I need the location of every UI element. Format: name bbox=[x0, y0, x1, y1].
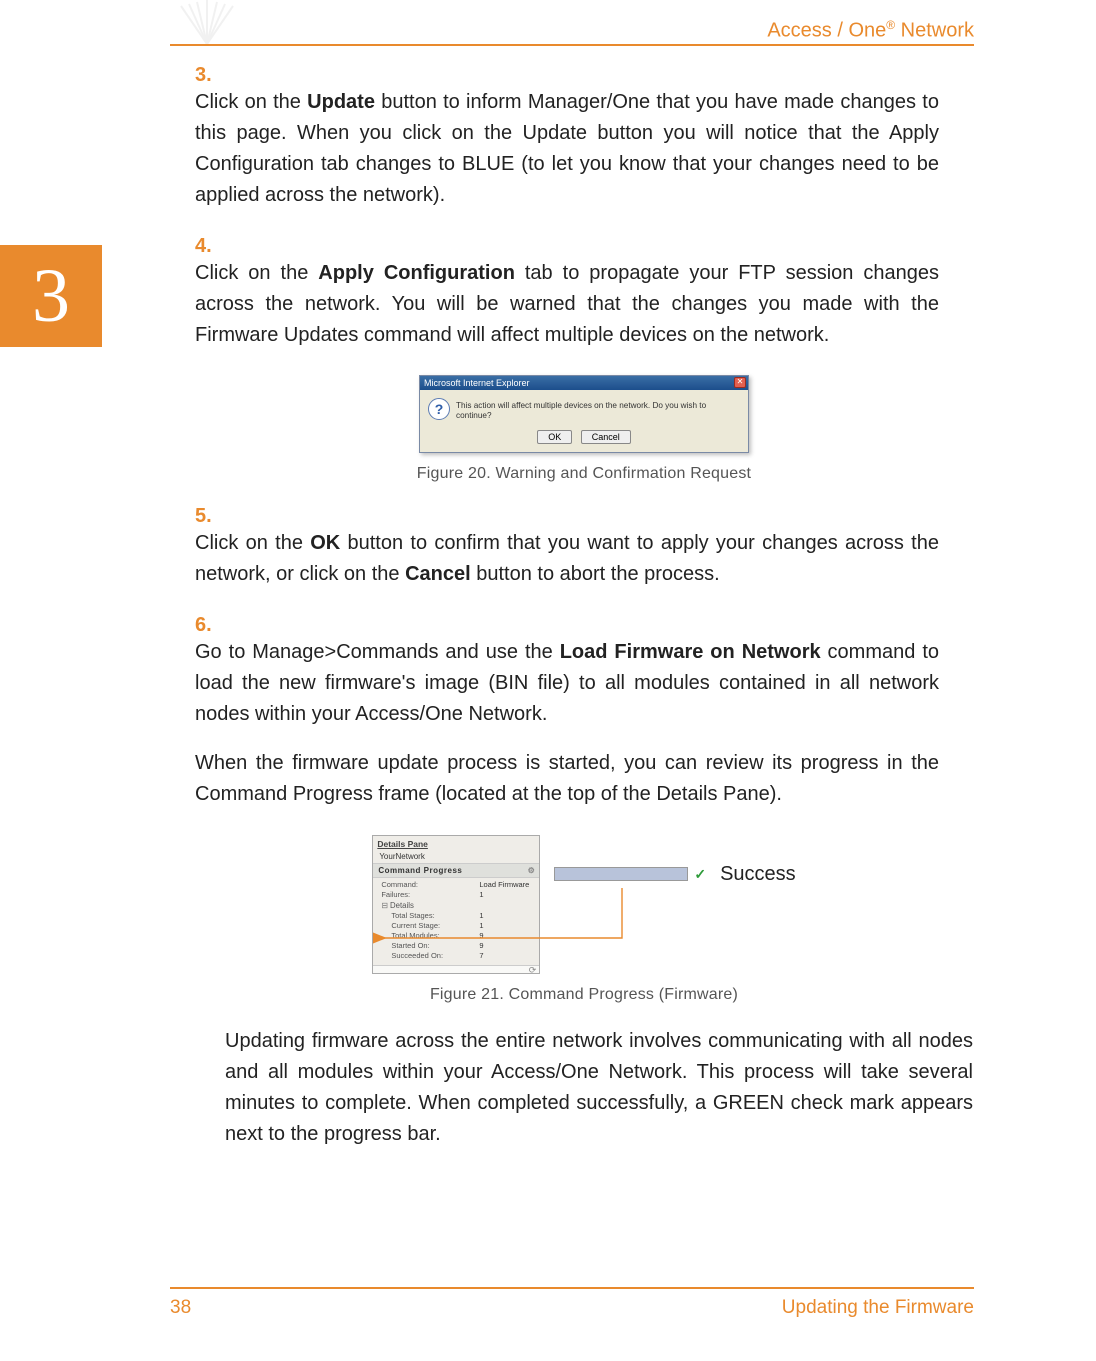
dialog-message: This action will affect multiple devices… bbox=[456, 398, 740, 422]
figure-20-dialog: Microsoft Internet Explorer ✕ ? This act… bbox=[195, 375, 973, 453]
step-5: 5. Click on the OK button to confirm tha… bbox=[195, 505, 973, 590]
step-number: 5. bbox=[195, 505, 225, 528]
section-title: Updating the Firmware bbox=[782, 1297, 974, 1319]
main-content: 3. Click on the Update button to inform … bbox=[195, 64, 973, 1150]
progress-bar bbox=[554, 867, 688, 881]
details-pane-footer: ⟳ bbox=[373, 965, 539, 973]
chapter-number-tab: 3 bbox=[0, 245, 102, 347]
page-number: 38 bbox=[170, 1297, 191, 1319]
step-number: 4. bbox=[195, 235, 225, 258]
callout-arrow bbox=[374, 888, 684, 952]
question-icon: ? bbox=[428, 398, 450, 420]
step-text: Go to Manage>Commands and use the Load F… bbox=[195, 637, 939, 810]
step-3: 3. Click on the Update button to inform … bbox=[195, 64, 973, 211]
dialog-titlebar: Microsoft Internet Explorer ✕ bbox=[420, 376, 748, 390]
progress-indicator: ✓ Success bbox=[554, 863, 795, 886]
figure-21-panel: Details Pane YourNetwork Command Progres… bbox=[195, 834, 973, 974]
figure-20-caption: Figure 20. Warning and Confirmation Requ… bbox=[195, 465, 973, 483]
header-rule bbox=[170, 44, 974, 46]
gear-icon[interactable]: ⚙ bbox=[528, 866, 536, 875]
details-pane-title: Details Pane bbox=[373, 836, 539, 851]
watermark-logo bbox=[175, 0, 239, 49]
step-6: 6. Go to Manage>Commands and use the Loa… bbox=[195, 614, 973, 810]
ok-button[interactable]: OK bbox=[537, 430, 572, 444]
close-icon[interactable]: ✕ bbox=[734, 377, 746, 388]
step-text: Click on the Apply Configuration tab to … bbox=[195, 258, 939, 351]
step-text: Click on the OK button to confirm that y… bbox=[195, 528, 939, 590]
refresh-icon[interactable]: ⟳ bbox=[529, 965, 537, 976]
step-4: 4. Click on the Apply Configuration tab … bbox=[195, 235, 973, 351]
header-brand: Access / One® Network bbox=[767, 18, 974, 43]
ie-dialog: Microsoft Internet Explorer ✕ ? This act… bbox=[419, 375, 749, 453]
cancel-button[interactable]: Cancel bbox=[581, 430, 631, 444]
step-text: Click on the Update button to inform Man… bbox=[195, 87, 939, 211]
command-progress-header: Command Progress⚙ bbox=[373, 863, 539, 878]
success-label: Success bbox=[720, 863, 796, 886]
step-number: 6. bbox=[195, 614, 225, 637]
checkmark-icon: ✓ bbox=[694, 866, 706, 883]
network-name: YourNetwork bbox=[373, 851, 539, 863]
footer-rule bbox=[170, 1287, 974, 1289]
row-succeeded-on: Succeeded On:7 bbox=[377, 951, 535, 961]
step-number: 3. bbox=[195, 64, 225, 87]
closing-paragraph: Updating firmware across the entire netw… bbox=[225, 1026, 973, 1150]
figure-21-caption: Figure 21. Command Progress (Firmware) bbox=[195, 986, 973, 1004]
